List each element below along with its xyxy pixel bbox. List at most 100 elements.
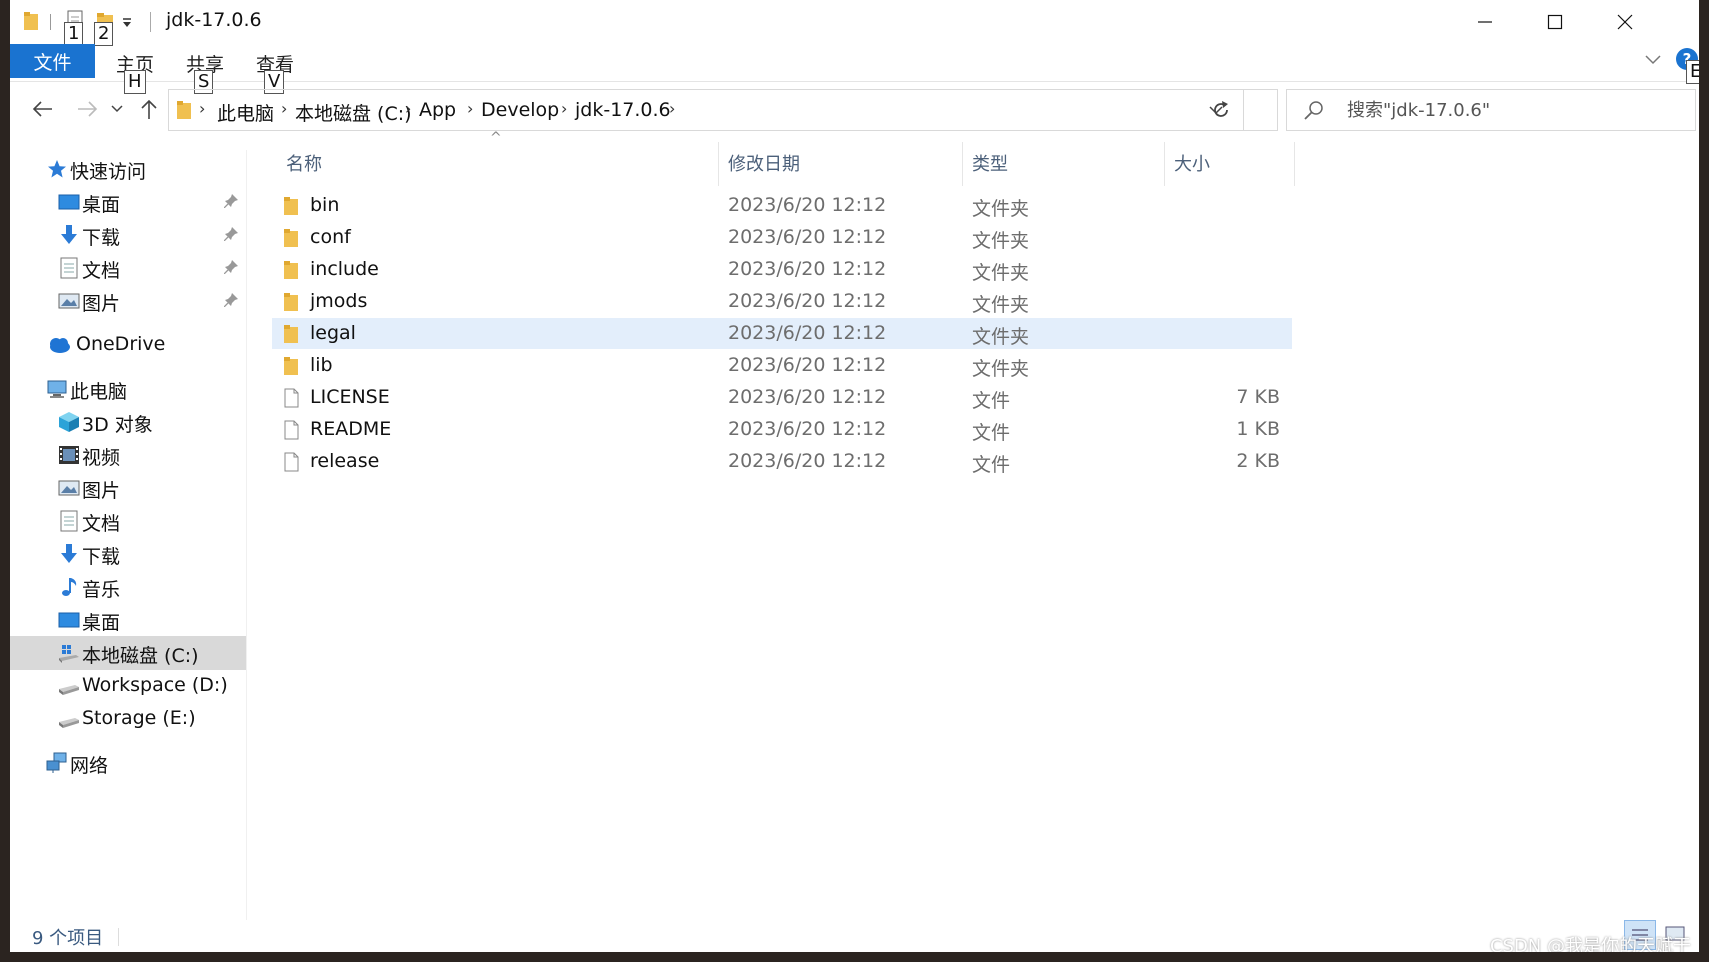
file-date: 2023/6/20 12:12: [728, 418, 887, 440]
file-date: 2023/6/20 12:12: [728, 258, 887, 280]
column-divider[interactable]: [718, 142, 719, 186]
sidebar-item-desktop[interactable]: 桌面: [10, 185, 246, 219]
address-bar[interactable]: › 此电脑 › 本地磁盘 (C:) › App › Develop › jdk-…: [168, 89, 1278, 131]
key-tip-help: E: [1686, 60, 1699, 84]
ribbon-tabs: 文件 主页 H 共享 S 查看 V ? E: [10, 44, 1699, 94]
file-name: README: [310, 418, 392, 440]
breadcrumb-separator[interactable]: ›: [281, 99, 287, 118]
file-name: conf: [310, 226, 351, 248]
sidebar-label: 音乐: [82, 579, 121, 601]
sidebar-network[interactable]: 网络: [10, 746, 246, 780]
close-icon: [1617, 14, 1633, 30]
column-header-size[interactable]: 大小: [1174, 150, 1210, 176]
pin-icon: [224, 293, 238, 307]
star-icon: [48, 160, 66, 178]
column-divider[interactable]: [1294, 142, 1295, 186]
sidebar-quick-access[interactable]: 快速访问: [10, 152, 246, 186]
pin-icon: [224, 260, 238, 274]
table-row[interactable]: legal 2023/6/20 12:12 文件夹: [272, 318, 1292, 349]
navigation-pane: 快速访问 桌面 下载 文档 图片 OneDrive 此电脑 3D 对象 视频 图…: [10, 150, 247, 920]
title-bar: 1 2 jdk-17.0.6: [10, 0, 1699, 46]
maximize-button[interactable]: [1520, 0, 1590, 44]
cloud-icon: [50, 338, 70, 353]
ribbon-expand-icon[interactable]: [1644, 54, 1662, 66]
breadcrumb-this-pc[interactable]: 此电脑: [217, 99, 274, 126]
file-icon: [284, 388, 299, 408]
breadcrumb-separator[interactable]: ›: [561, 99, 567, 118]
breadcrumb-separator[interactable]: ›: [199, 99, 205, 118]
sidebar-item-documents[interactable]: 文档: [10, 251, 246, 285]
sidebar-item-storage-e[interactable]: Storage (E:): [10, 702, 246, 736]
refresh-icon: [1213, 101, 1228, 117]
recent-locations-button[interactable]: [106, 94, 128, 124]
folder-icon: [284, 229, 298, 247]
file-date: 2023/6/20 12:12: [728, 290, 887, 312]
sidebar-this-pc[interactable]: 此电脑: [10, 372, 246, 406]
minimize-button[interactable]: [1450, 0, 1520, 44]
arrow-up-icon: [141, 99, 157, 119]
sidebar-item-documents[interactable]: 文档: [10, 504, 246, 538]
breadcrumb-app[interactable]: App: [419, 99, 456, 121]
sidebar-onedrive[interactable]: OneDrive: [10, 328, 246, 362]
file-name: jmods: [310, 290, 368, 312]
file-name: lib: [310, 354, 333, 376]
sidebar-item-videos[interactable]: 视频: [10, 438, 246, 472]
sidebar-item-downloads[interactable]: 下载: [10, 218, 246, 252]
folder-icon: [284, 261, 298, 279]
table-row[interactable]: release 2023/6/20 12:12 文件 2 KB: [272, 446, 1292, 477]
breadcrumb-separator[interactable]: ›: [405, 99, 411, 118]
sidebar-label: 网络: [70, 755, 109, 777]
breadcrumb-separator[interactable]: ›: [669, 99, 675, 118]
column-divider[interactable]: [962, 142, 963, 186]
sidebar-item-local-disk-c[interactable]: 本地磁盘 (C:): [10, 636, 246, 670]
breadcrumb-local-disk[interactable]: 本地磁盘 (C:): [295, 99, 412, 126]
column-divider[interactable]: [1164, 142, 1165, 186]
column-header-type[interactable]: 类型: [972, 150, 1008, 176]
sidebar-item-music[interactable]: 音乐: [10, 570, 246, 604]
sidebar-label: 快速访问: [70, 161, 147, 183]
tab-file[interactable]: 文件: [10, 44, 95, 78]
customize-qat-icon[interactable]: [122, 18, 132, 28]
sidebar-label: 文档: [82, 513, 121, 535]
refresh-button[interactable]: [1198, 89, 1244, 131]
music-icon: [62, 578, 77, 596]
breadcrumb-jdk[interactable]: jdk-17.0.6: [575, 99, 671, 121]
desktop-icon: [58, 194, 80, 210]
forward-button[interactable]: [72, 94, 102, 124]
sidebar-item-desktop[interactable]: 桌面: [10, 603, 246, 637]
sidebar-item-pictures[interactable]: 图片: [10, 471, 246, 505]
navigation-bar: › 此电脑 › 本地磁盘 (C:) › App › Develop › jdk-…: [10, 84, 1699, 136]
table-row[interactable]: jmods 2023/6/20 12:12 文件夹: [272, 286, 1292, 317]
column-header-name[interactable]: 名称: [286, 150, 322, 176]
search-icon: [1304, 101, 1323, 120]
table-row[interactable]: bin 2023/6/20 12:12 文件夹: [272, 190, 1292, 221]
search-input[interactable]: [1347, 98, 1677, 122]
status-divider: [118, 928, 119, 946]
close-button[interactable]: [1590, 0, 1660, 44]
sort-ascending-icon: ^: [490, 130, 502, 146]
table-row[interactable]: conf 2023/6/20 12:12 文件夹: [272, 222, 1292, 253]
breadcrumb-separator[interactable]: ›: [467, 99, 473, 118]
file-name: LICENSE: [310, 386, 390, 408]
table-row[interactable]: lib 2023/6/20 12:12 文件夹: [272, 350, 1292, 381]
network-icon: [46, 752, 67, 773]
table-row[interactable]: include 2023/6/20 12:12 文件夹: [272, 254, 1292, 285]
table-row[interactable]: README 2023/6/20 12:12 文件 1 KB: [272, 414, 1292, 445]
file-date: 2023/6/20 12:12: [728, 322, 887, 344]
arrow-left-icon: [32, 101, 52, 117]
sidebar-item-pictures[interactable]: 图片: [10, 284, 246, 318]
sidebar-label: 桌面: [82, 194, 121, 216]
sidebar-item-workspace-d[interactable]: Workspace (D:): [10, 669, 246, 703]
sidebar-label: 桌面: [82, 612, 121, 634]
column-header-date[interactable]: 修改日期: [728, 150, 800, 176]
chevron-down-icon: [111, 105, 123, 113]
sidebar-item-downloads[interactable]: 下载: [10, 537, 246, 571]
file-size: 2 KB: [1236, 450, 1280, 472]
breadcrumb-develop[interactable]: Develop: [481, 99, 559, 121]
table-row[interactable]: LICENSE 2023/6/20 12:12 文件 7 KB: [272, 382, 1292, 413]
back-button[interactable]: [28, 94, 58, 124]
up-button[interactable]: [134, 94, 164, 124]
sidebar-item-3d-objects[interactable]: 3D 对象: [10, 405, 246, 439]
file-date: 2023/6/20 12:12: [728, 450, 887, 472]
search-box[interactable]: [1286, 89, 1696, 131]
